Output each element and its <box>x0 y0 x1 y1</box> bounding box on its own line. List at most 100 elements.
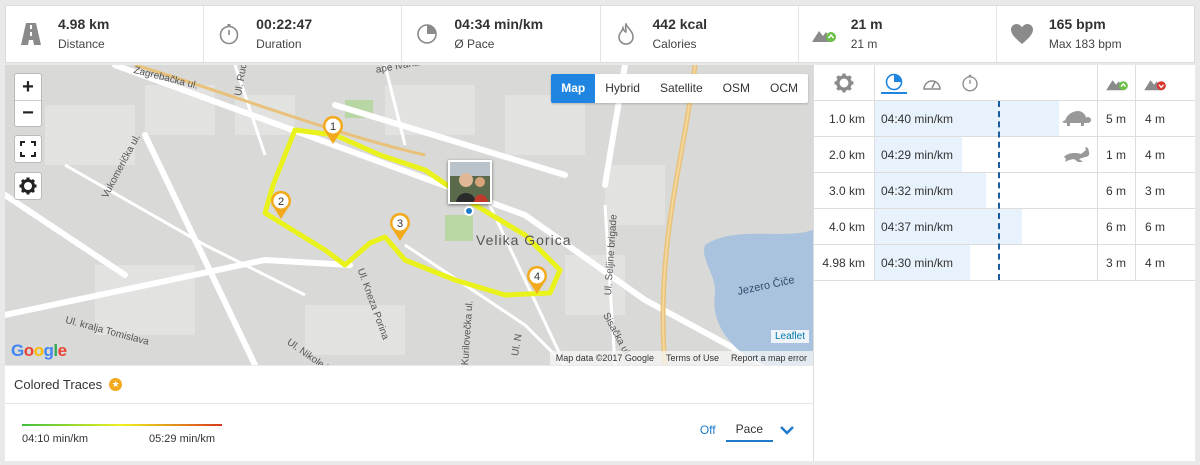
calories-label: Calories <box>652 37 697 51</box>
lap-elev-up: 3 m <box>1098 245 1136 280</box>
tab-time[interactable] <box>957 72 983 94</box>
elevation-gain-icon <box>1105 79 1128 90</box>
heart-rate-label: Max 183 bpm <box>1048 37 1122 51</box>
stat-duration: 00:22:47 Duration <box>204 6 403 62</box>
avatar <box>450 162 490 202</box>
turtle-icon <box>1062 111 1091 126</box>
map-data-text: Map data ©2017 Google <box>555 353 654 363</box>
tab-osm[interactable]: OSM <box>713 74 760 103</box>
chevron-down-icon[interactable] <box>779 421 797 439</box>
stat-distance: 4.98 km Distance <box>6 6 205 62</box>
lap-marker-1[interactable]: 1 <box>321 115 345 145</box>
colored-traces-panel: Colored Traces ★ 04:10 min/km 05:29 min/… <box>5 366 813 461</box>
lap-elev-down: 3 m <box>1144 183 1165 198</box>
laps-metric-tabs <box>875 65 1098 100</box>
lap-pace-cell: 04:32 min/km <box>875 173 1098 208</box>
table-row[interactable]: 3.0 km 04:32 min/km 6 m 3 m <box>814 173 1195 209</box>
table-row[interactable]: 1.0 km 04:40 min/km 5 m 4 m <box>814 101 1195 137</box>
pace-value: 04:34 min/km <box>454 16 544 32</box>
map-settings-button[interactable] <box>14 172 42 200</box>
gear-icon <box>834 73 854 92</box>
average-pace-line <box>998 101 1000 280</box>
stopwatch-icon <box>216 21 242 47</box>
elevation-value: 21 m <box>850 16 883 32</box>
distance-value: 4.98 km <box>58 16 110 32</box>
elevation-loss-icon <box>1144 79 1166 90</box>
lap-elev-up: 6 m <box>1098 209 1136 244</box>
lap-distance: 4.98 km <box>814 245 875 280</box>
tab-speed[interactable] <box>919 72 945 94</box>
laps-header <box>814 65 1195 101</box>
fullscreen-button[interactable] <box>14 135 42 163</box>
elevation-down-header <box>1136 65 1174 100</box>
lap-elev-down: 4 m <box>1144 255 1165 270</box>
lap-pace-cell: 04:37 min/km <box>875 209 1098 244</box>
lap-elev-down: 4 m <box>1144 111 1165 126</box>
lap-marker-2[interactable]: 2 <box>269 190 293 220</box>
pace-gauge-icon <box>885 73 903 90</box>
lap-pace: 04:37 min/km <box>881 219 954 234</box>
pace-gauge-icon <box>414 21 440 47</box>
tab-map[interactable]: Map <box>551 74 596 103</box>
lap-distance: 3.0 km <box>814 173 875 208</box>
flame-icon <box>613 21 639 47</box>
position-dot <box>464 206 474 216</box>
lap-distance: 1.0 km <box>814 101 875 136</box>
gradient-max-label: 05:29 min/km <box>149 433 216 445</box>
lap-marker-4[interactable]: 4 <box>525 265 549 295</box>
pace-gradient-bar <box>22 424 222 426</box>
photo-marker[interactable] <box>448 160 492 204</box>
tab-ocm[interactable]: OCM <box>760 74 808 103</box>
tab-pace[interactable] <box>881 72 907 94</box>
calories-value: 442 kcal <box>652 16 708 32</box>
traces-header: Colored Traces ★ <box>5 366 813 404</box>
trace-off-option[interactable]: Off <box>690 419 726 441</box>
duration-value: 00:22:47 <box>256 16 313 32</box>
stopwatch-icon <box>962 74 978 91</box>
lap-pace: 04:32 min/km <box>881 183 954 198</box>
distance-label: Distance <box>58 37 105 51</box>
zoom-control: + − <box>14 73 42 127</box>
lap-pace-cell: 04:29 min/km <box>875 137 1098 172</box>
lap-marker-3[interactable]: 3 <box>388 212 412 242</box>
trace-pace-option[interactable]: Pace <box>725 418 773 442</box>
google-logo: Google <box>11 341 67 360</box>
lap-distance: 4.0 km <box>814 209 875 244</box>
pace-label: Ø Pace <box>454 37 495 51</box>
table-row[interactable]: 2.0 km 04:29 min/km 1 m 4 m <box>814 137 1195 173</box>
lap-distance: 2.0 km <box>814 137 875 172</box>
svg-text:1: 1 <box>330 121 336 133</box>
table-row[interactable]: 4.98 km 04:30 min/km 3 m 4 m <box>814 245 1195 281</box>
map-layer-switcher: Map Hybrid Satellite OSM OCM <box>551 74 808 103</box>
lap-pace-cell: 04:30 min/km <box>875 245 1098 280</box>
route-map[interactable]: Zagrebačka ul. Ul. Rudolfa Vukomerička u… <box>5 65 813 365</box>
tab-hybrid[interactable]: Hybrid <box>595 74 650 103</box>
laps-settings-button[interactable] <box>814 65 875 100</box>
heart-icon <box>1009 21 1035 47</box>
fullscreen-icon <box>20 141 36 157</box>
speedometer-icon <box>923 79 941 90</box>
zoom-out-button[interactable]: − <box>15 100 41 126</box>
elevation-label: 21 m <box>850 37 878 51</box>
laps-table: 1.0 km 04:40 min/km 5 m 4 m 2.0 km 04:29… <box>813 65 1195 461</box>
lap-elev-up: 1 m <box>1098 137 1136 172</box>
report-error-link[interactable]: Report a map error <box>725 353 813 363</box>
traces-title: Colored Traces <box>14 377 103 392</box>
place-label: Velika Gorica <box>476 232 572 248</box>
stat-pace: 04:34 min/km Ø Pace <box>402 6 601 62</box>
terms-link[interactable]: Terms of Use <box>660 353 725 363</box>
svg-text:2: 2 <box>278 196 284 208</box>
zoom-in-button[interactable]: + <box>15 74 41 100</box>
svg-text:3: 3 <box>397 218 403 230</box>
road-icon <box>18 21 44 47</box>
table-row[interactable]: 4.0 km 04:37 min/km 6 m 6 m <box>814 209 1195 245</box>
stat-elevation: 21 m 21 m <box>799 6 997 62</box>
trace-mode-toggle: Off Pace <box>690 418 797 442</box>
star-badge-icon: ★ <box>109 378 123 391</box>
elevation-gain-icon <box>811 21 837 47</box>
rabbit-icon <box>1064 147 1090 162</box>
lap-elev-up: 5 m <box>1098 101 1136 136</box>
leaflet-link[interactable]: Leaflet <box>770 330 809 343</box>
tab-satellite[interactable]: Satellite <box>650 74 713 103</box>
lap-elev-down: 4 m <box>1144 147 1165 162</box>
